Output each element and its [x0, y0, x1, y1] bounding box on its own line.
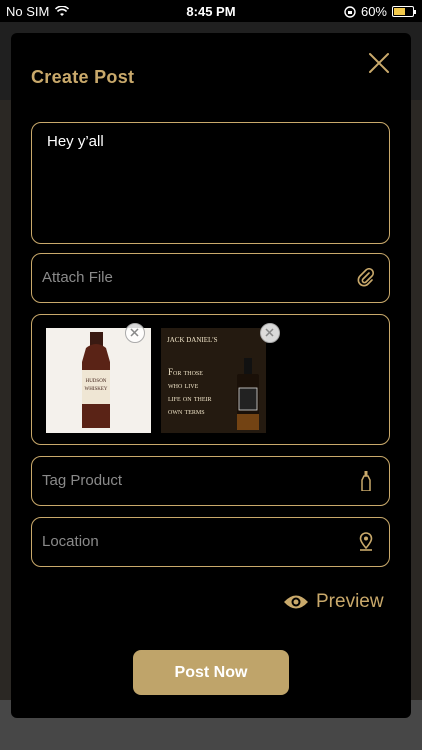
- tag-product-placeholder: Tag Product: [42, 472, 123, 489]
- message-textarea[interactable]: Hey y’all: [31, 122, 390, 244]
- ad-tagline-line: who live: [168, 380, 199, 390]
- preview-button[interactable]: Preview: [283, 591, 384, 613]
- bottle-icon[interactable]: [357, 471, 375, 491]
- orientation-lock-icon: [344, 5, 356, 18]
- remove-media-button[interactable]: [125, 323, 145, 343]
- remove-media-button[interactable]: [260, 323, 280, 343]
- jack-daniels-bottle-image: [237, 358, 259, 430]
- bottle-label-line1: HUDSON: [86, 379, 107, 384]
- status-bar: No SIM 8:45 PM 60%: [0, 0, 422, 22]
- location-placeholder: Location: [42, 533, 99, 550]
- eye-icon: [284, 595, 308, 609]
- attach-file-field[interactable]: Attach File: [31, 253, 390, 303]
- bottle-label-line2: WHISKEY: [84, 387, 107, 392]
- ad-tagline-line: own terms: [168, 406, 205, 416]
- post-now-button[interactable]: Post Now: [133, 650, 289, 695]
- battery-percent: 60%: [360, 4, 387, 19]
- message-text: Hey y’all: [47, 133, 104, 150]
- paperclip-icon[interactable]: [357, 268, 375, 288]
- status-right: 60%: [344, 4, 416, 19]
- location-field[interactable]: Location: [31, 517, 390, 567]
- jack-daniels-logo: JACK DANIEL'S: [167, 336, 218, 344]
- create-post-modal: Create Post Hey y’all Attach File HUDSON…: [11, 33, 411, 718]
- remove-icon: [130, 328, 139, 337]
- battery-level: [394, 8, 405, 15]
- media-thumbnail[interactable]: JACK DANIEL'S For those who live life on…: [161, 328, 266, 433]
- close-icon[interactable]: [367, 51, 391, 75]
- modal-title: Create Post: [31, 67, 135, 87]
- battery-icon: [392, 6, 416, 17]
- preview-label: Preview: [316, 591, 384, 612]
- tag-product-field[interactable]: Tag Product: [31, 456, 390, 506]
- ad-tagline-line: life on their: [168, 393, 212, 403]
- remove-icon: [265, 328, 274, 337]
- ad-tagline: For those who live life on their own ter…: [168, 366, 238, 418]
- media-attachments: HUDSON WHISKEY JACK DANIEL'S For those w…: [31, 314, 390, 445]
- ad-tagline-line: For those: [168, 367, 203, 377]
- map-pin-icon[interactable]: [357, 532, 375, 552]
- attach-file-placeholder: Attach File: [42, 269, 113, 286]
